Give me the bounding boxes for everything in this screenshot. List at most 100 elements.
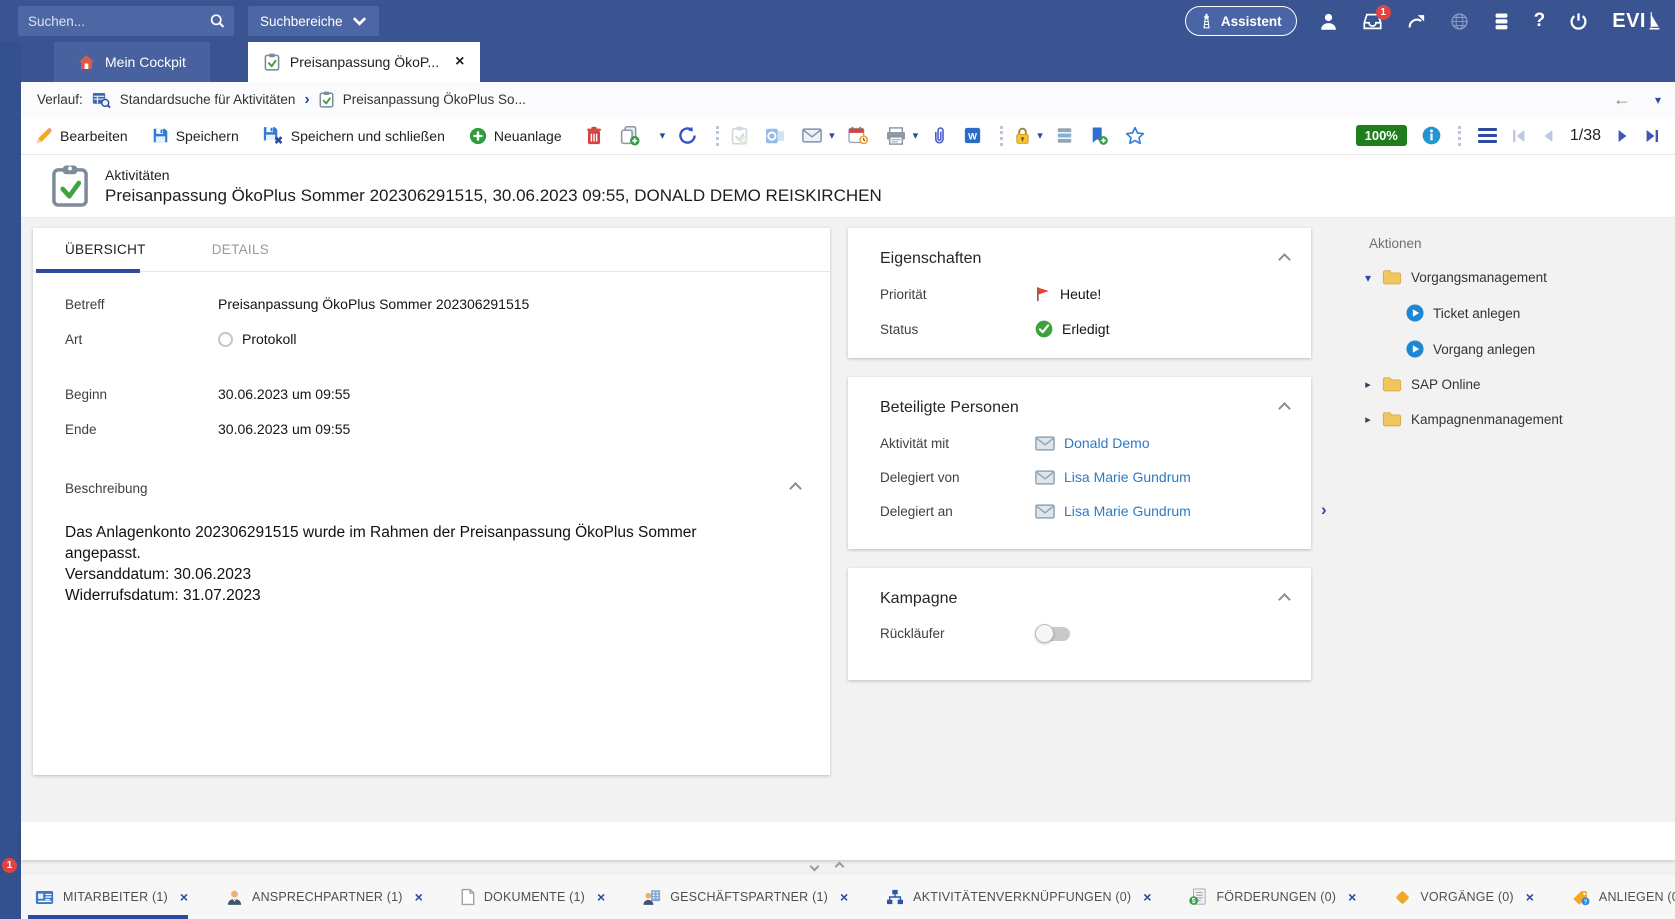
- first-page-icon[interactable]: [1512, 129, 1526, 143]
- tab-details[interactable]: DETAILS: [212, 242, 269, 257]
- assistant-button[interactable]: Assistent: [1185, 6, 1297, 36]
- close-icon[interactable]: ×: [840, 889, 848, 905]
- print-dropdown-icon[interactable]: ▾: [913, 129, 919, 142]
- print-icon[interactable]: [886, 127, 906, 145]
- activity-icon-disabled[interactable]: [731, 126, 748, 145]
- lock-icon[interactable]: [1015, 127, 1030, 145]
- splitter-up-icon[interactable]: [835, 862, 845, 872]
- tree-expanded-icon[interactable]: ▾: [1363, 271, 1373, 285]
- tab-preisanpassung[interactable]: Preisanpassung ÖkoP... ×: [248, 42, 481, 82]
- panel-title: Kampagne: [880, 590, 957, 608]
- overview-card: ÜBERSICHT DETAILS Betreff Preisanpassung…: [33, 228, 830, 775]
- bookmark-add-icon[interactable]: [1090, 126, 1108, 146]
- close-icon[interactable]: ×: [597, 889, 605, 905]
- collapse-chevron-icon[interactable]: [1278, 402, 1291, 415]
- breadcrumb: Verlauf: Standardsuche für Aktivitäten ›…: [21, 82, 1675, 117]
- tree-folder-sap-online[interactable]: ▸ SAP Online: [1363, 376, 1675, 393]
- close-icon[interactable]: ×: [1143, 889, 1151, 905]
- tab-ansprechpartner[interactable]: ANSPRECHPARTNER (1) ×: [207, 889, 442, 906]
- mail-icon[interactable]: [1035, 436, 1055, 451]
- copy-record-icon[interactable]: [619, 125, 640, 146]
- inbox-icon[interactable]: 1: [1362, 12, 1383, 31]
- next-page-icon[interactable]: [1616, 129, 1630, 143]
- redo-arrow-icon[interactable]: [1407, 13, 1426, 30]
- person-link[interactable]: Donald Demo: [1064, 435, 1150, 451]
- lock-dropdown-icon[interactable]: ▾: [1037, 129, 1043, 142]
- lighthouse-icon: [1200, 12, 1213, 30]
- new-label: Neuanlage: [494, 128, 562, 144]
- tab-vorgaenge[interactable]: VORGÄNGE (0) ×: [1375, 889, 1553, 906]
- previous-page-icon[interactable]: [1541, 129, 1555, 143]
- collapse-chevron-icon[interactable]: [1278, 593, 1291, 606]
- tab-foerderungen[interactable]: $ FÖRDERUNGEN (0) ×: [1170, 888, 1375, 906]
- appointment-reminder-icon[interactable]: [848, 126, 869, 145]
- new-record-button[interactable]: Neuanlage: [469, 127, 562, 145]
- collapse-chevron-icon[interactable]: [789, 482, 802, 495]
- tree-collapsed-icon[interactable]: ▸: [1363, 378, 1373, 391]
- info-icon[interactable]: [1422, 126, 1441, 145]
- history-back-icon[interactable]: ←: [1613, 89, 1631, 110]
- close-icon[interactable]: ×: [1348, 889, 1356, 905]
- breadcrumb-item-1[interactable]: Standardsuche für Aktivitäten: [120, 92, 296, 107]
- priority-flag-icon: [1035, 286, 1051, 302]
- attachment-icon[interactable]: [931, 126, 947, 145]
- tab-mitarbeiter[interactable]: MITARBEITER (1) ×: [35, 889, 207, 905]
- collapse-chevron-icon[interactable]: [1278, 253, 1291, 266]
- tab-anliegen[interactable]: ? ANLIEGEN (0) ×: [1553, 889, 1675, 906]
- tree-folder-vorgangsmanagement[interactable]: ▾ Vorgangsmanagement: [1363, 269, 1675, 286]
- tree-action-vorgang-anlegen[interactable]: Vorgang anlegen: [1406, 340, 1675, 358]
- user-icon[interactable]: [1319, 12, 1338, 31]
- field-value[interactable]: Preisanpassung ÖkoPlus Sommer 2023062915…: [218, 296, 529, 312]
- tree-folder-kampagnenmanagement[interactable]: ▸ Kampagnenmanagement: [1363, 411, 1675, 428]
- close-icon[interactable]: ×: [455, 53, 464, 71]
- close-icon[interactable]: ×: [180, 889, 188, 905]
- save-and-close-button[interactable]: Speichern und schließen: [263, 126, 445, 145]
- row-label: Rückläufer: [880, 626, 1035, 641]
- copy-dropdown-icon[interactable]: ▾: [660, 129, 666, 142]
- globe-icon[interactable]: [1450, 12, 1469, 31]
- search-areas-button[interactable]: Suchbereiche: [248, 6, 379, 36]
- field-row-ende: Ende 30.06.2023 um 09:55: [33, 421, 830, 437]
- save-button[interactable]: Speichern: [152, 127, 239, 144]
- tab-uebersicht[interactable]: ÜBERSICHT: [65, 242, 146, 257]
- power-icon[interactable]: [1569, 12, 1588, 31]
- protokoll-radio[interactable]: [218, 332, 233, 347]
- delete-icon[interactable]: [586, 126, 602, 145]
- ruecklaeufer-toggle[interactable]: [1037, 627, 1070, 641]
- search-icon[interactable]: [209, 13, 226, 30]
- splitter-down-icon[interactable]: [810, 862, 820, 872]
- field-value[interactable]: 30.06.2023 um 09:55: [218, 386, 350, 402]
- word-document-icon[interactable]: W: [964, 127, 981, 144]
- mail-icon[interactable]: [1035, 504, 1055, 519]
- breadcrumb-item-2[interactable]: Preisanpassung ÖkoPlus So...: [343, 92, 526, 107]
- refresh-icon[interactable]: [678, 126, 697, 145]
- tree-action-ticket-anlegen[interactable]: Ticket anlegen: [1406, 304, 1675, 322]
- close-icon[interactable]: ×: [415, 889, 423, 905]
- menu-icon[interactable]: [1478, 128, 1497, 143]
- sidebar-expand-icon[interactable]: ›: [1321, 500, 1327, 520]
- tab-geschaeftspartner[interactable]: GESCHÄFTSPARTNER (1) ×: [624, 889, 867, 906]
- close-icon[interactable]: ×: [1526, 889, 1534, 905]
- edit-button[interactable]: Bearbeiten: [35, 127, 128, 145]
- outlook-icon-disabled[interactable]: [765, 127, 785, 145]
- email-icon[interactable]: [802, 128, 822, 143]
- help-icon[interactable]: ?: [1534, 10, 1546, 32]
- field-value[interactable]: 30.06.2023 um 09:55: [218, 421, 350, 437]
- person-link[interactable]: Lisa Marie Gundrum: [1064, 503, 1191, 519]
- mail-icon[interactable]: [1035, 470, 1055, 485]
- description-text[interactable]: Das Anlagenkonto 202306291515 wurde im R…: [33, 522, 763, 606]
- tree-collapsed-icon[interactable]: ▸: [1363, 413, 1373, 426]
- person-link[interactable]: Lisa Marie Gundrum: [1064, 469, 1191, 485]
- database-icon[interactable]: [1493, 12, 1510, 31]
- dataset-icon[interactable]: [1056, 127, 1073, 144]
- tab-mein-cockpit[interactable]: Mein Cockpit: [54, 42, 210, 82]
- tab-aktivitaetenverknuepfungen[interactable]: AKTIVITÄTENVERKNÜPFUNGEN (0) ×: [867, 889, 1170, 905]
- favorite-star-icon[interactable]: [1125, 126, 1145, 145]
- global-search[interactable]: [18, 6, 234, 36]
- email-dropdown-icon[interactable]: ▾: [829, 129, 835, 142]
- history-dropdown-icon[interactable]: ▾: [1655, 93, 1661, 107]
- tab-dokumente[interactable]: DOKUMENTE (1) ×: [442, 888, 624, 906]
- search-input[interactable]: [28, 14, 209, 29]
- row-label: Delegiert an: [880, 504, 1035, 519]
- last-page-icon[interactable]: [1645, 129, 1659, 143]
